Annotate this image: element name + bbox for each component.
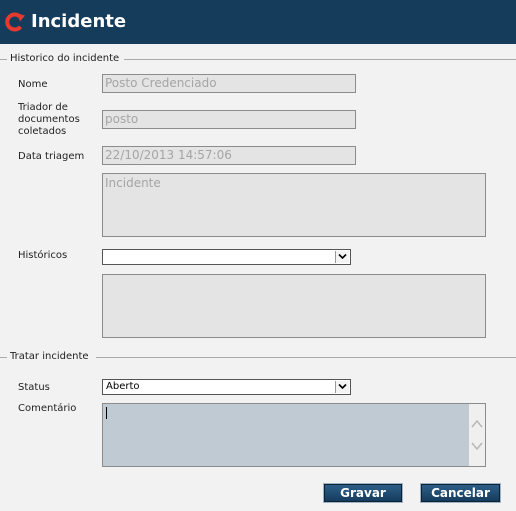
nome-label: Nome xyxy=(18,79,48,90)
section-tratar: Tratar incidente xyxy=(0,350,516,364)
comentario-label: Comentário xyxy=(18,403,77,414)
chevron-up-icon[interactable] xyxy=(469,417,485,431)
save-button[interactable]: Gravar xyxy=(324,484,402,502)
cancel-button[interactable]: Cancelar xyxy=(421,484,500,502)
comentario-textarea[interactable] xyxy=(102,403,486,467)
chevron-down-icon[interactable] xyxy=(335,251,349,263)
descricao-textarea: Incidente xyxy=(102,173,486,237)
historicos-select[interactable] xyxy=(102,249,351,265)
status-select[interactable]: Aberto xyxy=(102,379,351,395)
data-triagem-field: 22/10/2013 14:57:06 xyxy=(102,146,356,165)
section-historico: Historico do incidente xyxy=(0,52,516,66)
triador-field: posto xyxy=(102,110,356,129)
title-bar: Incidente xyxy=(0,0,516,44)
historicos-label: Históricos xyxy=(18,250,68,261)
status-label: Status xyxy=(18,382,50,393)
chevron-down-icon[interactable] xyxy=(335,381,349,393)
data-triagem-label: Data triagem xyxy=(18,151,85,162)
nome-field: Posto Credenciado xyxy=(102,74,356,93)
historico-textarea xyxy=(102,274,486,338)
section-historico-label: Historico do incidente xyxy=(10,53,120,64)
scrollbar[interactable] xyxy=(469,404,485,466)
text-caret xyxy=(106,407,107,419)
triador-label: Triador de documentos coletados xyxy=(18,102,80,137)
status-select-value: Aberto xyxy=(106,381,140,392)
section-tratar-label: Tratar incidente xyxy=(10,351,89,362)
window-title: Incidente xyxy=(31,11,127,32)
chevron-down-icon[interactable] xyxy=(469,439,485,453)
refresh-arrow-icon xyxy=(5,12,25,32)
